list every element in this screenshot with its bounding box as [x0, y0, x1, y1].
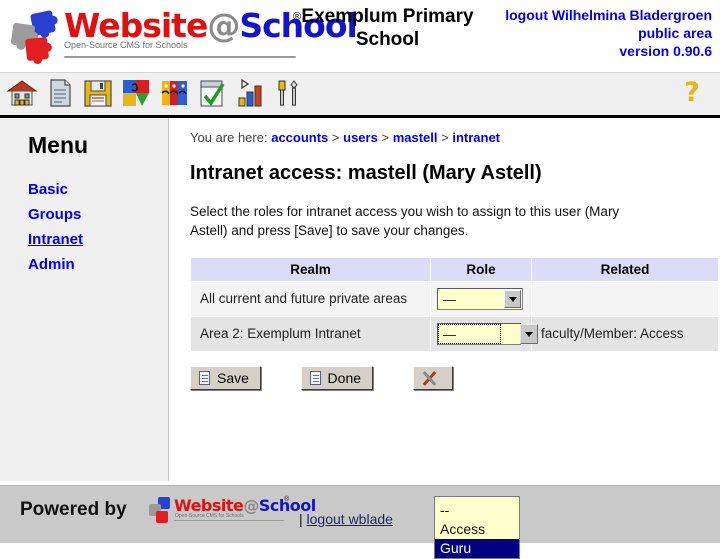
main-area: Menu Basic Groups Intranet Admin You are… — [0, 118, 720, 559]
role-select-row1[interactable]: — — [437, 288, 523, 310]
tools-wrench-icon[interactable] — [272, 77, 304, 109]
sidebar-title: Menu — [28, 132, 89, 158]
dropdown-option-access[interactable]: Access — [435, 520, 519, 539]
footer-logo-underline — [174, 520, 284, 521]
puzzle-logo-icon — [10, 9, 66, 65]
sidebar-menu: Basic Groups Intranet Admin — [28, 177, 168, 277]
version-label: version 0.90.6 — [619, 43, 712, 59]
breadcrumb-item-accounts[interactable]: accounts — [271, 130, 328, 145]
footer-registered-mark: ® — [284, 496, 290, 503]
users-faces-icon[interactable] — [158, 77, 190, 109]
breadcrumb-separator: > — [441, 130, 449, 145]
sidebar-item-groups[interactable]: Groups — [28, 202, 81, 227]
breadcrumb-prefix: You are here: — [190, 130, 268, 145]
save-button-label: Save — [217, 370, 249, 386]
cancel-x-icon — [422, 371, 437, 386]
logo-word-at: @ — [207, 6, 240, 45]
cell-realm: Area 2: Exemplum Intranet — [191, 317, 430, 351]
logo-underline — [64, 56, 296, 58]
sidebar-item-admin[interactable]: Admin — [28, 252, 75, 277]
app-window: Website@School Open-Source CMS for Schoo… — [0, 0, 720, 559]
statistics-chart-icon[interactable] — [234, 77, 266, 109]
cell-related: faculty/Member: Access — [532, 317, 718, 351]
site-logo: Website@School Open-Source CMS for Schoo… — [8, 6, 358, 68]
breadcrumb: You are here: accounts > users > mastell… — [190, 130, 710, 145]
cell-related — [532, 282, 718, 316]
powered-by-label: Powered by — [20, 499, 127, 520]
footer-separator: | — [299, 511, 303, 527]
content-area: You are here: accounts > users > mastell… — [169, 118, 720, 481]
chevron-down-icon[interactable] — [504, 290, 521, 308]
document-icon — [309, 371, 321, 385]
school-name: Exemplum Primary School — [301, 6, 474, 50]
breadcrumb-item-mastell[interactable]: mastell — [393, 130, 438, 145]
column-header-realm: Realm — [191, 258, 430, 281]
logo-wordmark: Website@School Open-Source CMS for Schoo… — [64, 6, 358, 51]
home-icon[interactable] — [6, 77, 38, 109]
footer-logo-at: @ — [243, 496, 259, 515]
cancel-button[interactable] — [412, 366, 453, 390]
puzzle-piece-red — [156, 511, 168, 523]
area-label: public area — [638, 25, 712, 41]
done-button[interactable]: Done — [300, 366, 374, 390]
column-header-related: Related — [532, 258, 718, 281]
dropdown-option-blank[interactable]: -- — [435, 501, 519, 520]
breadcrumb-separator: > — [331, 130, 340, 145]
footer-logo: Website@School Open-Source CMS for Schoo… — [148, 496, 316, 528]
page-footer: Powered by Website@School Open-Source CM… — [0, 485, 720, 543]
cell-realm: All current and future private areas — [191, 282, 430, 316]
role-select-dropdown-list[interactable]: -- Access Guru — [434, 496, 520, 559]
cell-role: — — [431, 282, 531, 316]
footer-logout: | logout wblade — [299, 511, 393, 527]
logout-link[interactable]: logout Wilhelmina Bladergroen — [505, 7, 712, 23]
puzzle-piece-red — [24, 36, 53, 65]
main-toolbar: ? — [0, 72, 720, 118]
sidebar-item-intranet[interactable]: Intranet — [28, 227, 83, 252]
table-header-row: Realm Role Related — [191, 258, 718, 281]
chevron-down-icon[interactable] — [520, 324, 538, 344]
cell-role: — — [431, 317, 538, 351]
sidebar-item-basic[interactable]: Basic — [28, 177, 68, 202]
page-header: Website@School Open-Source CMS for Schoo… — [0, 0, 720, 72]
header-user-info: logout Wilhelmina Bladergroen public are… — [505, 6, 712, 60]
table-row: All current and future private areas — — [191, 282, 718, 316]
role-select-row2-value: — — [443, 327, 456, 342]
footer-logout-link[interactable]: logout wblade — [307, 511, 393, 527]
checklist-icon[interactable] — [196, 77, 228, 109]
breadcrumb-item-intranet[interactable]: intranet — [452, 130, 500, 145]
save-button[interactable]: Save — [190, 366, 261, 390]
save-disk-icon[interactable] — [82, 77, 114, 109]
dropdown-option-guru[interactable]: Guru — [435, 539, 519, 558]
table-row: Area 2: Exemplum Intranet — faculty/Memb… — [191, 317, 718, 351]
page-icon[interactable] — [44, 77, 76, 109]
help-icon[interactable]: ? — [678, 78, 706, 108]
page-title: Intranet access: mastell (Mary Astell) — [190, 162, 542, 184]
role-select-row1-value: — — [443, 292, 456, 307]
roles-table: Realm Role Related All current and futur… — [190, 257, 719, 352]
form-buttons: Save Done — [190, 366, 710, 392]
role-select-row2[interactable]: — — [437, 323, 538, 345]
breadcrumb-separator: > — [381, 130, 390, 145]
document-icon — [199, 371, 210, 385]
sidebar: Menu Basic Groups Intranet Admin — [0, 118, 169, 481]
footer-logo-tagline: Open-Source CMS for Schools — [175, 513, 244, 519]
modules-puzzle-icon[interactable] — [120, 77, 152, 109]
breadcrumb-item-users[interactable]: users — [343, 130, 378, 145]
intro-text: Select the roles for intranet access you… — [190, 204, 620, 238]
done-button-label: Done — [327, 370, 362, 386]
column-header-role: Role — [431, 258, 531, 281]
